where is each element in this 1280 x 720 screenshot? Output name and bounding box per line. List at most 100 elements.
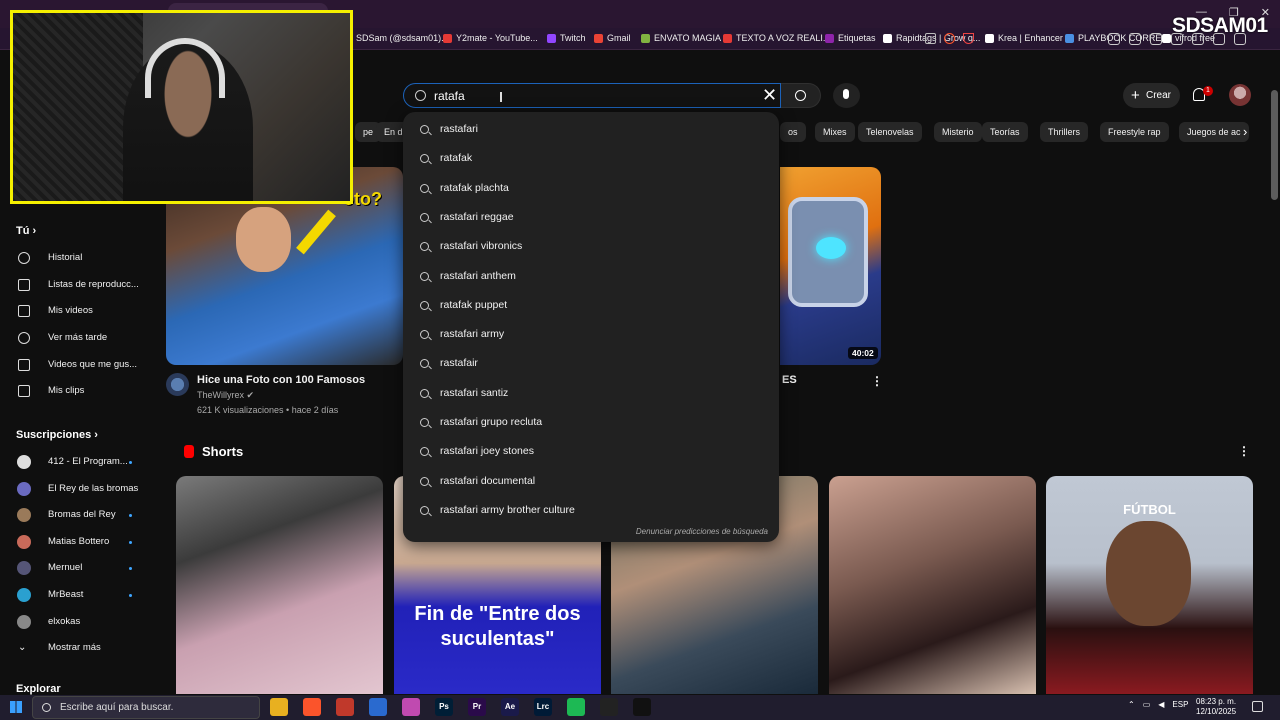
taskbar-app-icon[interactable] (633, 698, 651, 716)
create-button[interactable]: Crear (1123, 83, 1180, 108)
sidebar-subscription[interactable]: 412 - El Program... (0, 451, 160, 473)
video-title[interactable]: ES (782, 374, 797, 386)
sidebar-item-label: Historial (48, 252, 83, 263)
filter-chip[interactable]: Juegos de ac (1179, 122, 1249, 142)
short-thumbnail[interactable] (829, 476, 1036, 694)
new-content-dot (129, 594, 132, 597)
search-icon (420, 183, 429, 193)
chevron-up-icon[interactable]: ⌃ (1128, 700, 1135, 709)
voice-search-button[interactable] (833, 83, 860, 108)
music-icon[interactable] (1150, 33, 1162, 45)
sidebar-show-more[interactable]: ⌄ Mostrar más (0, 637, 160, 659)
sidebar-item[interactable]: Videos que me gus... (0, 354, 160, 376)
sidebar-subscription[interactable]: MrBeast (0, 584, 160, 606)
sidebar-subscriptions-heading[interactable]: Suscripciones › (16, 429, 98, 441)
short-thumbnail[interactable]: FÚTBOL (1046, 476, 1253, 694)
search-input[interactable]: ratafa ✕ (403, 83, 781, 108)
search-suggestion[interactable]: ratafak plachta (403, 176, 779, 204)
taskbar-app-icon[interactable] (600, 698, 618, 716)
sidebar-item[interactable]: Mis clips (0, 380, 160, 402)
taskbar-app-icon[interactable] (402, 698, 420, 716)
windows-start-icon[interactable] (10, 701, 22, 713)
channel-name[interactable]: TheWillyrex ✔ (197, 390, 254, 401)
search-suggestion[interactable]: rastafari santiz (403, 381, 779, 409)
taskbar-app-icon[interactable] (336, 698, 354, 716)
video-title[interactable]: Hice una Foto con 100 Famosos (197, 374, 365, 386)
language-indicator[interactable]: ESP (1172, 700, 1188, 709)
notifications-icon[interactable] (1252, 701, 1263, 712)
search-suggestion[interactable]: rastafari grupo recluta (403, 410, 779, 438)
bookmark-item[interactable]: Y2mate - YouTube... (443, 33, 538, 43)
bookmark-item[interactable]: Twitch (547, 33, 586, 43)
more-options-icon[interactable]: ⋮ (871, 374, 883, 388)
taskbar-app-icon[interactable]: Lrc (534, 698, 552, 716)
taskbar-app-icon[interactable] (303, 698, 321, 716)
taskbar-app-icon[interactable]: Ae (501, 698, 519, 716)
bookmark-item[interactable]: ENVATO MAGIA (641, 33, 721, 43)
taskbar-app-icon[interactable]: Ps (435, 698, 453, 716)
search-suggestion[interactable]: rastafari documental (403, 469, 779, 497)
sidebar-subscription[interactable]: Mernuel (0, 557, 160, 579)
brave-shield-icon[interactable] (944, 33, 955, 44)
screenshot-icon[interactable] (1129, 33, 1141, 45)
network-icon[interactable]: ▭ (1143, 700, 1151, 709)
search-suggestion[interactable]: rastafari (403, 117, 779, 145)
cast-icon[interactable] (925, 33, 936, 44)
taskbar-app-icon[interactable] (369, 698, 387, 716)
taskbar-search-input[interactable]: Escribe aquí para buscar. (32, 696, 260, 719)
sidebar-subscription[interactable]: El Rey de las bromas (0, 478, 160, 500)
taskbar-clock[interactable]: 08:23 p. m. 12/10/2025 (1196, 697, 1236, 717)
page-scrollbar[interactable] (1271, 90, 1278, 200)
sidebar-subscription[interactable]: Bromas del Rey (0, 504, 160, 526)
clear-search-icon[interactable]: ✕ (762, 85, 777, 106)
sidebar-subscription[interactable]: elxokas (0, 611, 160, 633)
streamer-brand-overlay: SDSAM01 (1172, 14, 1268, 37)
volume-icon[interactable]: ◀ (1158, 700, 1164, 709)
search-suggestion[interactable]: rastafari joey stones (403, 439, 779, 467)
search-suggestion[interactable]: rastafari anthem (403, 264, 779, 292)
extensions-icon[interactable] (1108, 33, 1120, 45)
avatar[interactable] (1229, 84, 1251, 106)
search-suggestion[interactable]: rastafari reggae (403, 205, 779, 233)
taskbar-app-icon[interactable] (567, 698, 585, 716)
search-button[interactable] (781, 83, 821, 108)
taskbar-app-icon[interactable] (270, 698, 288, 716)
report-predictions-link[interactable]: Denunciar predicciones de búsqueda (636, 527, 768, 536)
filter-chip[interactable]: Misterio (934, 122, 982, 142)
more-options-icon[interactable]: ⋮ (1238, 444, 1250, 458)
sidebar-item[interactable]: Mis videos (0, 300, 160, 322)
search-suggestion-label: rastafari vibronics (440, 240, 523, 253)
sidebar-item[interactable]: Historial (0, 247, 160, 269)
search-suggestion[interactable]: ratafak (403, 146, 779, 174)
sidebar-subscription[interactable]: Matias Bottero (0, 531, 160, 553)
video-thumbnail[interactable] (780, 167, 881, 365)
filter-chip[interactable]: Thrillers (1040, 122, 1089, 142)
bookmark-item[interactable]: Krea | Enhancer (985, 33, 1063, 43)
filter-chip[interactable]: Telenovelas (858, 122, 922, 142)
search-suggestions-dropdown: Denunciar predicciones de búsqueda rasta… (403, 112, 779, 542)
sidebar-you-heading[interactable]: Tú › (16, 225, 36, 237)
search-suggestion[interactable]: rastafari vibronics (403, 234, 779, 262)
search-suggestion[interactable]: rastafari army brother culture (403, 498, 779, 526)
bookmark-item[interactable]: Gmail (594, 33, 631, 43)
sidebar-item-label: Mis clips (48, 385, 85, 396)
channel-avatar (17, 614, 31, 629)
search-suggestion[interactable]: rastafari army (403, 322, 779, 350)
brave-rewards-icon[interactable] (963, 33, 974, 44)
filter-chip[interactable]: os (780, 122, 806, 142)
short-thumbnail[interactable] (176, 476, 383, 694)
watch-later-icon (18, 332, 30, 344)
bookmark-item[interactable]: SDSam (@sdsam01)... (343, 33, 449, 43)
bookmark-item[interactable]: Etiquetas (825, 33, 876, 43)
filter-chip[interactable]: Teorías (982, 122, 1028, 142)
taskbar-app-icon[interactable]: Pr (468, 698, 486, 716)
filter-chip[interactable]: Mixes (815, 122, 855, 142)
sidebar-item[interactable]: Listas de reproducc... (0, 274, 160, 296)
sidebar-item[interactable]: Ver más tarde (0, 327, 160, 349)
filter-chip[interactable]: Freestyle rap (1100, 122, 1169, 142)
channel-avatar[interactable] (166, 373, 189, 396)
search-suggestion[interactable]: rastafair (403, 351, 779, 379)
search-suggestion[interactable]: ratafak puppet (403, 293, 779, 321)
chevron-right-icon[interactable]: › (1243, 124, 1247, 139)
bookmark-item[interactable]: TEXTO A VOZ REALI... (723, 33, 830, 43)
